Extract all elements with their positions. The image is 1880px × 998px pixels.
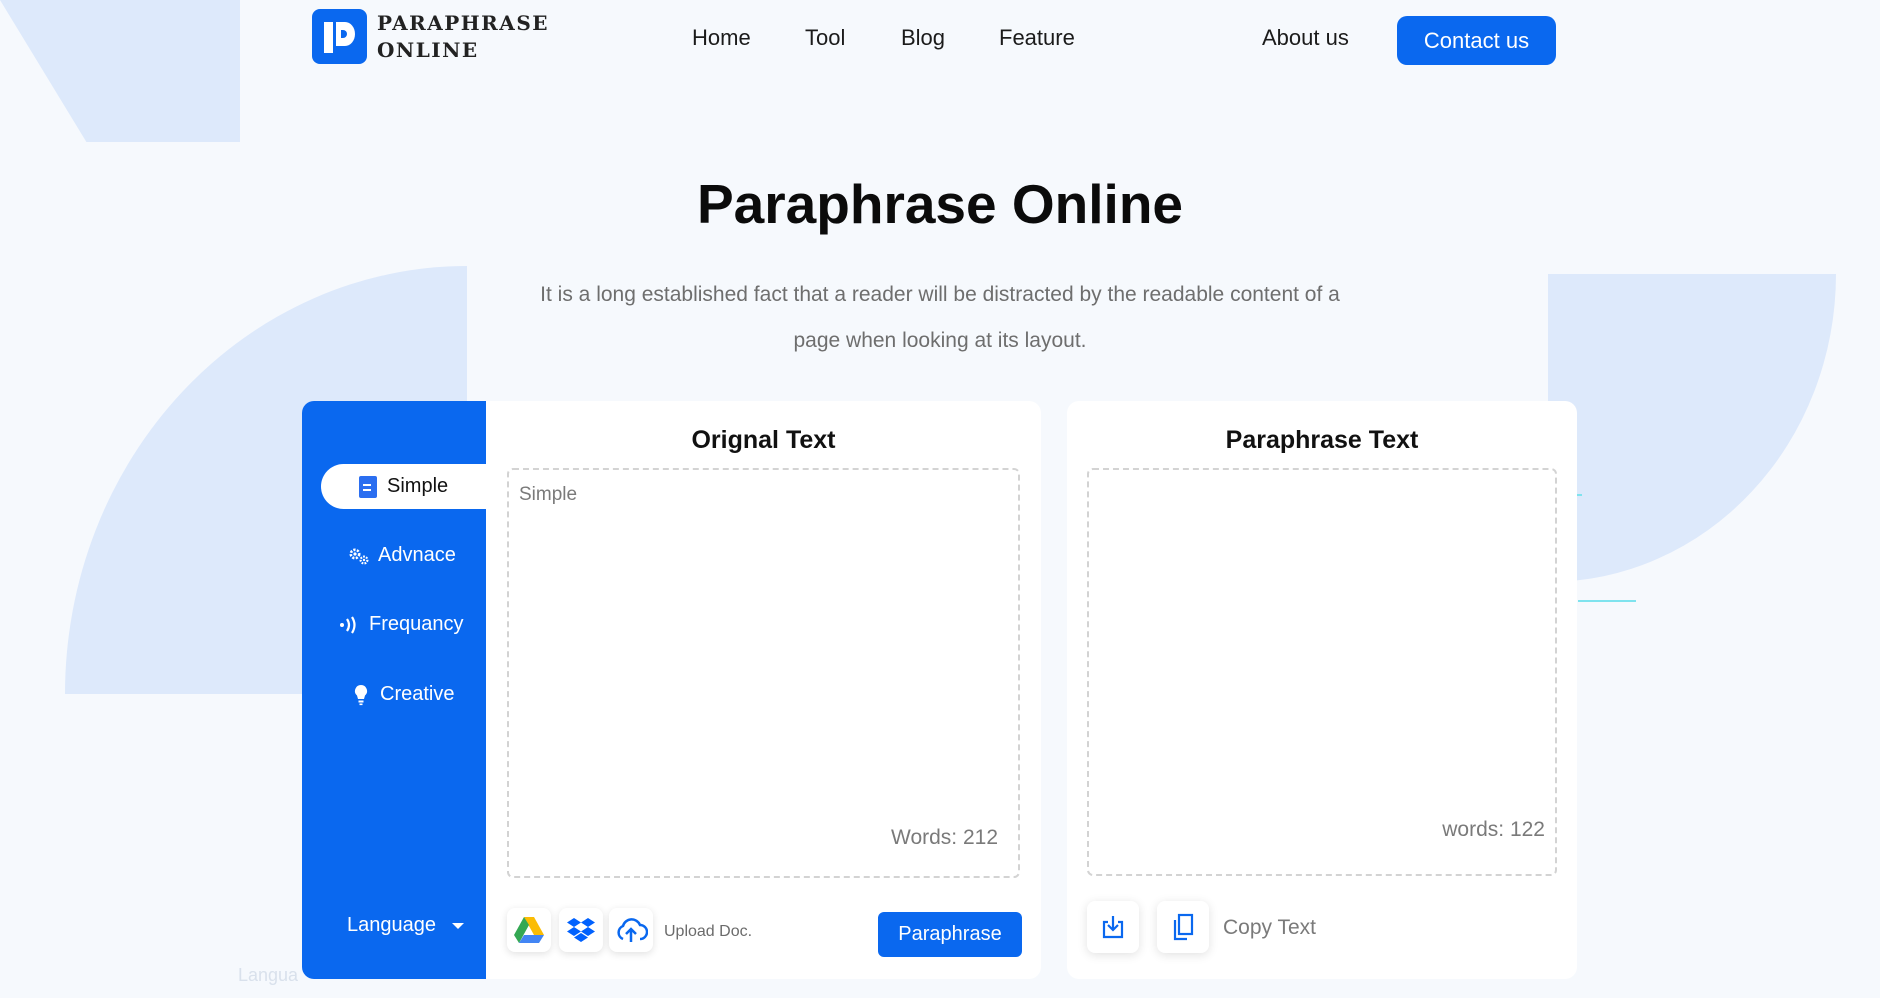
nav-home[interactable]: Home [692,25,751,51]
dropbox-icon [567,918,595,942]
mode-creative[interactable]: Creative [350,672,454,717]
language-label: Language [347,914,436,936]
logo-line-1: PARAPHRASE [377,10,550,35]
cloud-upload-button[interactable] [609,908,653,952]
language-ghost-text: Langua [238,965,299,985]
dropbox-button[interactable] [559,908,603,952]
cloud-upload-icon [617,918,648,942]
mode-frequency-label: Frequancy [369,613,464,635]
google-drive-button[interactable] [507,908,551,952]
copy-text-label[interactable]: Copy Text [1223,916,1316,940]
logo-mark-icon [312,9,367,64]
document-icon [357,475,379,498]
upload-doc-label[interactable]: Upload Doc. [664,923,752,941]
page-subtitle: It is a long established fact that a rea… [540,283,1340,352]
bulb-icon [350,684,372,706]
google-drive-icon [514,917,544,943]
mode-advance-label: Advnace [378,544,456,566]
page-title: Paraphrase Online [696,173,1184,235]
nav-tool[interactable]: Tool [805,25,845,51]
original-text-placeholder: Simple [519,484,578,505]
background-shape-right [1548,274,1836,582]
paraphrase-text-panel: Paraphrase Text words: 122 Copy Text [1067,401,1577,979]
language-select[interactable]: Language [347,914,464,937]
paraphrase-text-title: Paraphrase Text [1225,426,1419,454]
mode-frequency[interactable]: Frequancy [339,602,464,647]
mode-simple[interactable]: Simple [321,464,486,509]
mode-advance[interactable]: Advnace [348,533,456,578]
caret-down-icon [451,922,464,929]
paraphrase-button[interactable]: Paraphrase [878,912,1022,957]
paraphrase-text-output[interactable]: words: 122 [1087,468,1557,876]
original-text-input[interactable]: Simple Words: 212 [507,468,1020,878]
original-text-panel: Orignal Text Simple Words: 212 Upload Do… [486,401,1041,979]
mode-simple-label: Simple [387,475,449,497]
nav-blog[interactable]: Blog [901,25,945,51]
download-icon [1102,916,1124,939]
nav-feature[interactable]: Feature [999,25,1075,51]
copy-button[interactable] [1157,901,1209,953]
site-header: PARAPHRASE ONLINE Home Tool Blog Feature… [0,0,1880,80]
original-word-count: Words: 212 [891,826,998,849]
gears-icon [348,546,370,566]
nav-about[interactable]: About us [1262,25,1349,51]
site-logo[interactable]: PARAPHRASE ONLINE [312,9,549,64]
download-button[interactable] [1087,901,1139,953]
decorative-line [1578,600,1636,602]
logo-line-2: ONLINE [377,37,479,62]
signal-icon [339,615,361,635]
paraphrase-word-count: words: 122 [1442,818,1545,841]
logo-text: PARAPHRASE ONLINE [377,10,549,64]
mode-creative-label: Creative [380,683,455,705]
copy-icon [1173,913,1194,941]
contact-button[interactable]: Contact us [1397,16,1556,65]
original-text-title: Orignal Text [691,426,836,454]
